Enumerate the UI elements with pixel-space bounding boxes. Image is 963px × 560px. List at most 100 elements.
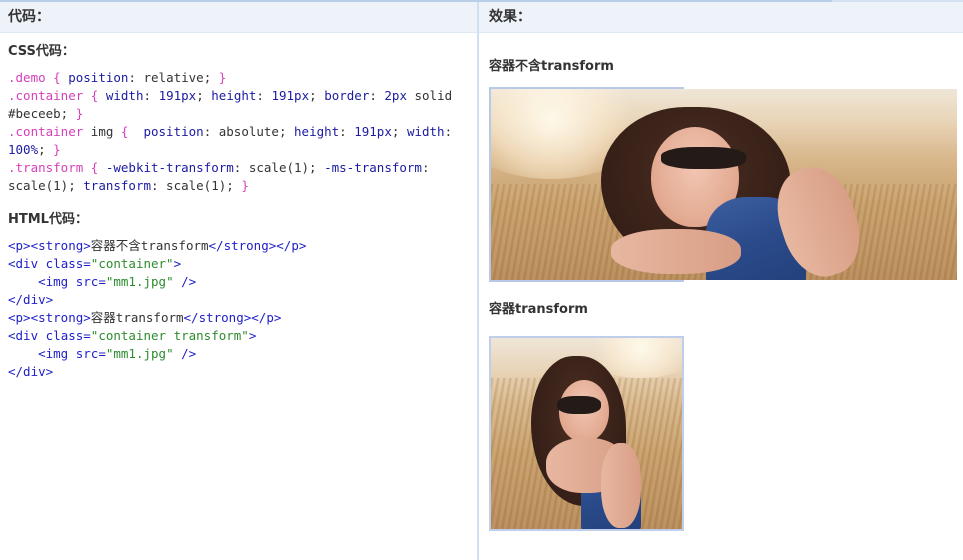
demo-transform-container	[489, 336, 684, 531]
demo-no-transform-label: 容器不含transform	[489, 59, 614, 74]
code-token: src=	[75, 274, 106, 289]
code-token: }	[241, 178, 249, 193]
code-token: : scale(1);	[151, 178, 242, 193]
code-token: />	[173, 274, 197, 289]
demo-transform-label: 容器transform	[489, 302, 588, 317]
code-token: <p><strong>	[8, 310, 91, 325]
code-token: border	[324, 88, 370, 103]
code-token: solid	[406, 88, 453, 103]
code-token: width	[105, 88, 144, 103]
code-token: .transform	[8, 160, 91, 175]
code-token: height	[294, 124, 340, 139]
code-token: </strong></p>	[208, 238, 307, 253]
code-token: : scale(1);	[233, 160, 325, 175]
code-token: </strong></p>	[183, 310, 282, 325]
css-code-line: 100%; }	[8, 141, 477, 159]
html-code-line: </div>	[8, 363, 477, 381]
css-code-line: .transform { -webkit-transform: scale(1)…	[8, 159, 477, 177]
code-token: ;	[38, 142, 54, 157]
code-token: 191px	[354, 124, 392, 139]
html-code-line: <img src="mm1.jpg" />	[8, 345, 477, 363]
code-token: >	[248, 328, 257, 343]
code-token: 100%	[8, 142, 39, 157]
html-code-line: <img src="mm1.jpg" />	[8, 273, 477, 291]
code-token: {	[90, 160, 106, 175]
code-token: 容器不含transform	[90, 238, 209, 253]
code-token: :	[339, 124, 355, 139]
code-token: 2px	[384, 88, 407, 103]
code-token: {	[120, 124, 144, 139]
code-token: }	[75, 106, 84, 121]
code-token: ;	[391, 124, 407, 139]
code-token: src=	[75, 346, 106, 361]
css-code-title: CSS代码：	[8, 44, 75, 59]
code-token: {	[90, 88, 106, 103]
html-code-line: <div class="container">	[8, 255, 477, 273]
code-token: : absolute;	[203, 124, 295, 139]
code-token: </div>	[8, 364, 54, 379]
code-token: "container transform"	[90, 328, 249, 343]
code-token: <p><strong>	[8, 238, 91, 253]
css-code-line: .container { width: 191px; height: 191px…	[8, 87, 477, 105]
code-token: "mm1.jpg"	[105, 274, 174, 289]
code-token: .container	[8, 88, 91, 103]
code-token: scale(1);	[8, 178, 84, 193]
code-token: .container	[8, 124, 91, 139]
code-token: <img	[38, 274, 76, 289]
css-code-line: .container img { position: absolute; hei…	[8, 123, 477, 141]
css-code-line: scale(1); transform: scale(1); }	[8, 177, 477, 195]
code-token: :	[369, 88, 385, 103]
css-code-line: #beceeb; }	[8, 105, 477, 123]
code-panel-header: 代码：	[0, 2, 477, 33]
code-token: >	[173, 256, 182, 271]
code-token: "mm1.jpg"	[105, 346, 174, 361]
code-token: -ms-transform	[324, 160, 422, 175]
code-token: :	[444, 124, 453, 139]
code-token: height	[211, 88, 257, 103]
code-token: ;	[309, 88, 325, 103]
code-token: 191px	[158, 88, 197, 103]
html-code-title: HTML代码：	[8, 212, 88, 227]
code-token: position	[143, 124, 204, 139]
portrait-photo-overflowing	[491, 89, 957, 280]
code-token: position	[68, 70, 129, 85]
html-code-line: <p><strong>容器不含transform</strong></p>	[8, 237, 477, 255]
html-code-line: <p><strong>容器transform</strong></p>	[8, 309, 477, 327]
portrait-photo-clipped	[491, 338, 682, 529]
code-token: #beceeb;	[8, 106, 76, 121]
css-code-block: .demo { position: relative; } .container …	[8, 69, 477, 195]
code-token: class=	[45, 256, 91, 271]
result-panel: 效果： 容器不含transform 容器transform	[479, 2, 963, 560]
code-token: </div>	[8, 292, 54, 307]
result-panel-header: 效果：	[479, 2, 963, 33]
code-token: }	[53, 142, 61, 157]
code-token: transform	[83, 178, 151, 193]
code-token: width	[406, 124, 445, 139]
html-code-line: </div>	[8, 291, 477, 309]
code-token: {	[53, 70, 69, 85]
code-token: "container"	[90, 256, 174, 271]
code-token: img	[90, 124, 121, 139]
code-token: -webkit-transform	[105, 160, 234, 175]
code-token: }	[218, 70, 227, 85]
code-token: <img	[38, 346, 76, 361]
code-token: class=	[45, 328, 91, 343]
code-token: : relative;	[128, 70, 219, 85]
code-token: <div	[8, 328, 46, 343]
code-panel: 代码： CSS代码： .demo { position: relative; }…	[0, 2, 477, 560]
code-token: />	[173, 346, 197, 361]
demo-no-transform-container	[489, 87, 957, 282]
code-token: :	[256, 88, 272, 103]
html-code-line: <div class="container transform">	[8, 327, 477, 345]
code-token: ;	[196, 88, 212, 103]
code-token: 容器transform	[90, 310, 184, 325]
html-code-block: <p><strong>容器不含transform</strong></p> <di…	[8, 237, 477, 381]
code-token: :	[143, 88, 159, 103]
code-token: 191px	[271, 88, 310, 103]
code-token: :	[421, 160, 430, 175]
css-code-line: .demo { position: relative; }	[8, 69, 477, 87]
code-token: <div	[8, 256, 46, 271]
code-token: .demo	[8, 70, 54, 85]
